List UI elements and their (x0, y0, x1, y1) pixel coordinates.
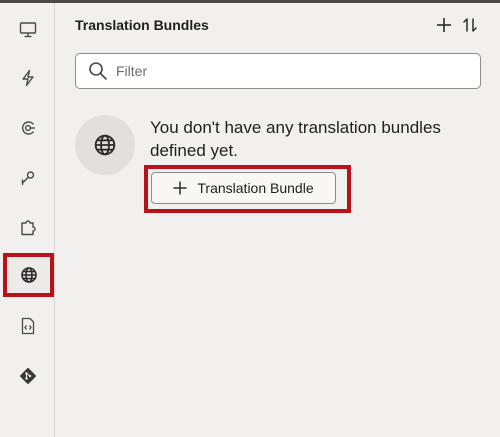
filter-input[interactable] (116, 63, 416, 79)
sort-icon (463, 18, 477, 32)
rail-item-variables[interactable] (7, 109, 49, 147)
puzzle-icon (21, 220, 36, 236)
add-translation-bundle-button[interactable]: Translation Bundle (151, 172, 336, 204)
rail-item-git[interactable] (7, 357, 49, 395)
panel-title: Translation Bundles (75, 17, 209, 33)
sort-button[interactable] (458, 13, 482, 37)
rail-item-components[interactable] (7, 209, 49, 247)
code-file-icon (21, 317, 35, 335)
filter-field[interactable] (75, 53, 481, 89)
plus-icon (173, 181, 187, 195)
rail-item-pages[interactable] (7, 11, 49, 49)
empty-state-globe (75, 115, 135, 175)
lightning-icon (22, 69, 34, 87)
rail-item-types[interactable] (7, 159, 49, 197)
rail-item-events[interactable] (7, 59, 49, 97)
activity-bar (0, 3, 55, 437)
rail-item-translations[interactable] (3, 253, 54, 297)
search-icon (88, 61, 108, 81)
git-icon (20, 368, 36, 384)
translation-bundles-panel: Translation Bundles You don't have any t… (56, 3, 500, 437)
globe-icon (94, 134, 116, 156)
target-icon (22, 121, 35, 135)
add-bundle-header-button[interactable] (432, 13, 456, 37)
add-bundle-label: Translation Bundle (197, 180, 314, 196)
empty-state-message: You don't have any translation bundles d… (150, 118, 441, 160)
rail-item-source[interactable] (7, 307, 49, 345)
plus-icon (437, 18, 451, 32)
globe-icon (20, 267, 37, 283)
wrench-icon (21, 171, 35, 186)
monitor-icon (19, 22, 37, 38)
add-bundle-highlight: Translation Bundle (144, 165, 351, 213)
